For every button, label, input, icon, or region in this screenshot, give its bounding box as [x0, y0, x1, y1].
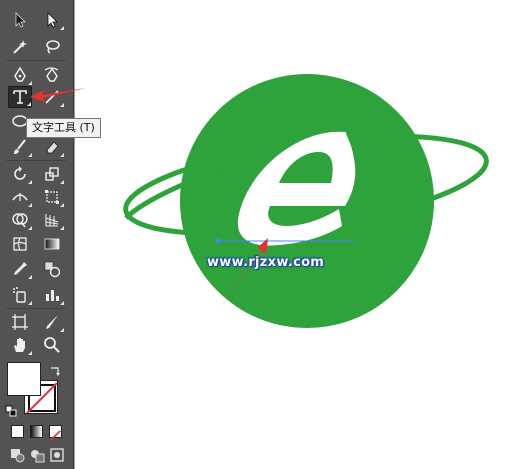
- draw-behind-button[interactable]: [28, 446, 46, 464]
- pen-icon: [14, 66, 26, 82]
- zoom-tool[interactable]: [40, 334, 64, 356]
- shape-builder-icon: [12, 213, 28, 228]
- artboard-icon: [12, 314, 28, 330]
- perspective-icon: [45, 214, 59, 227]
- watermark-text: www.rjzxw.com: [207, 255, 325, 270]
- line-tool[interactable]: [40, 86, 64, 108]
- selection-anchor: [216, 239, 220, 243]
- blend-tool[interactable]: [40, 258, 64, 280]
- draw-behind-icon: [31, 450, 45, 463]
- direct-selection-tool[interactable]: [40, 9, 64, 31]
- mesh-tool[interactable]: [8, 233, 32, 255]
- width-icon: [12, 193, 28, 201]
- arrow-icon: [15, 12, 26, 28]
- scale-tool[interactable]: [40, 163, 64, 185]
- pen-tool[interactable]: [8, 64, 32, 86]
- symbol-sprayer-tool[interactable]: [8, 284, 32, 306]
- free-transform-icon: [45, 190, 59, 204]
- artboard-canvas[interactable]: www.rjzxw.com: [74, 0, 515, 469]
- draw-normal-button[interactable]: [8, 446, 26, 464]
- slice-tool[interactable]: [40, 311, 64, 333]
- eyedropper-icon: [14, 262, 27, 275]
- tools-panel: [0, 0, 74, 469]
- slice-icon: [46, 315, 58, 329]
- perspective-grid-tool[interactable]: [40, 209, 64, 231]
- e-planet-logo: [123, 74, 489, 328]
- width-tool[interactable]: [8, 186, 32, 208]
- curvature-tool[interactable]: [40, 64, 64, 86]
- eraser-icon: [46, 141, 59, 154]
- fill-swatch[interactable]: [7, 362, 41, 396]
- artboard-tool[interactable]: [8, 311, 32, 333]
- paintbrush-tool[interactable]: [8, 136, 32, 158]
- rotate-tool[interactable]: [8, 163, 32, 185]
- draw-normal-icon: [11, 449, 25, 463]
- selection-tool[interactable]: [8, 9, 32, 31]
- brush-icon: [14, 139, 26, 154]
- magic-wand-tool[interactable]: [8, 36, 32, 58]
- symbol-sprayer-icon: [13, 287, 26, 303]
- rotate-icon: [14, 166, 26, 180]
- lasso-tool[interactable]: [40, 36, 64, 58]
- gradient-icon: [44, 238, 60, 250]
- type-tool[interactable]: [8, 86, 32, 108]
- gradient-mode-button[interactable]: [30, 425, 43, 438]
- eyedropper-tool[interactable]: [8, 258, 32, 280]
- column-graph-tool[interactable]: [40, 284, 64, 306]
- type-tool-tooltip: 文字工具 (T): [26, 118, 101, 138]
- hollow-arrow-icon: [47, 12, 58, 28]
- hand-tool[interactable]: [8, 334, 32, 356]
- swap-colors-icon[interactable]: [49, 362, 61, 376]
- none-mode-button[interactable]: [49, 425, 62, 441]
- scale-icon: [45, 167, 59, 181]
- magic-wand-icon: [13, 40, 27, 54]
- lasso-icon: [46, 40, 60, 54]
- zoom-icon: [44, 337, 60, 353]
- mesh-icon: [13, 237, 27, 251]
- blend-icon: [44, 261, 61, 278]
- graph-icon: [46, 290, 59, 301]
- line-icon: [45, 90, 59, 104]
- free-transform-tool[interactable]: [40, 186, 64, 208]
- draw-inside-button[interactable]: [48, 446, 66, 464]
- default-colors-icon[interactable]: [5, 402, 17, 417]
- gradient-tool[interactable]: [40, 233, 64, 255]
- curvature-pen-icon: [44, 67, 59, 82]
- hand-icon: [14, 338, 25, 352]
- draw-inside-icon: [50, 448, 64, 462]
- shape-builder-tool[interactable]: [8, 209, 32, 231]
- color-mode-button[interactable]: [11, 425, 24, 438]
- eraser-tool[interactable]: [40, 136, 64, 158]
